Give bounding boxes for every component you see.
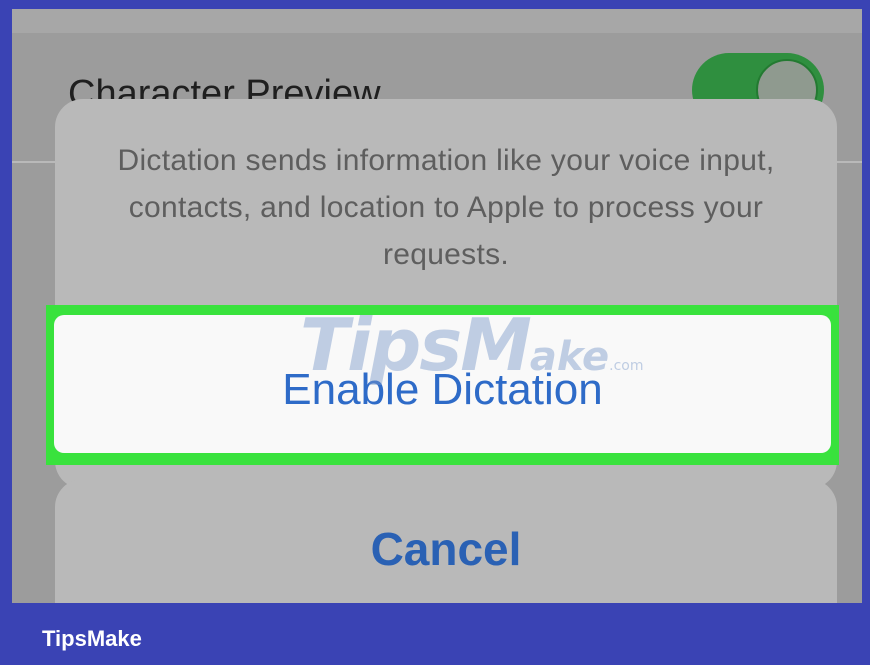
- enable-dictation-button[interactable]: Enable Dictation: [54, 315, 831, 453]
- cancel-sheet: Cancel: [55, 479, 837, 603]
- cancel-button[interactable]: Cancel: [55, 479, 837, 603]
- enable-dictation-label: Enable Dictation: [282, 365, 603, 414]
- footer-brand: TipsMake: [42, 626, 142, 651]
- top-strip: [12, 9, 862, 33]
- phone-screen: Character Preview Dictation sends inform…: [12, 9, 862, 603]
- alert-message: Dictation sends information like your vo…: [117, 144, 775, 271]
